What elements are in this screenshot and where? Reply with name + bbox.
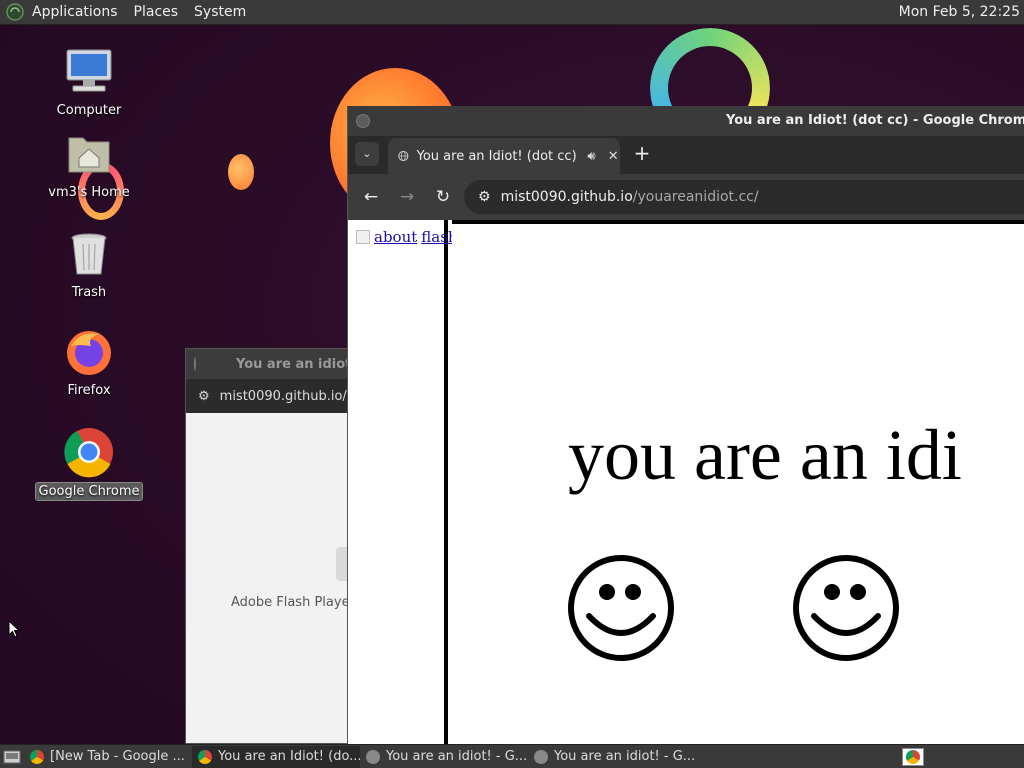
back-window-title: You are an idiot!: [236, 356, 358, 372]
tab-strip: ⌄ You are an Idiot! (dot cc) 🔊︎ ✕ +: [348, 136, 1024, 174]
taskbar-item[interactable]: [New Tab - Google ...: [24, 746, 192, 768]
system-menu[interactable]: System: [186, 0, 254, 25]
reload-button[interactable]: ↻: [430, 184, 456, 210]
chrome-icon: [198, 749, 212, 764]
desktop-icon-label: Trash: [71, 285, 107, 300]
show-desktop-button[interactable]: [0, 745, 24, 768]
computer-icon: [63, 46, 115, 98]
workspace-switcher[interactable]: [902, 748, 924, 766]
firefox-icon: [63, 326, 115, 378]
globe-icon: [534, 749, 548, 764]
desktop-icon-label: vm3's Home: [48, 185, 130, 200]
flash-player-message: Adobe Flash Player: [231, 595, 355, 610]
top-panel: Applications Places System Mon Feb 5, 22…: [0, 0, 1024, 25]
page-headline: you are an idi: [568, 415, 962, 495]
main-chrome-window[interactable]: You are an Idiot! (dot cc) - Google Chro…: [347, 106, 1024, 744]
desktop-icon-label: Firefox: [67, 383, 111, 398]
show-desktop-icon: [3, 750, 21, 763]
trash-icon: [63, 228, 115, 280]
desktop-icon-computer[interactable]: Computer: [34, 46, 144, 119]
address-bar[interactable]: ⚙ mist0090.github.io/youareanidiot.cc/: [464, 180, 1024, 214]
window-close-button[interactable]: [194, 357, 196, 371]
back-window-address-bar[interactable]: ⚙ mist0090.github.io/: [186, 379, 354, 413]
taskbar-item[interactable]: You are an idiot! - G...: [360, 746, 528, 768]
tab-active[interactable]: You are an Idiot! (dot cc) 🔊︎ ✕: [388, 138, 620, 174]
places-menu[interactable]: Places: [126, 0, 187, 25]
site-settings-icon[interactable]: ⚙: [198, 389, 210, 404]
taskbar-item-label: [New Tab - Google ...: [50, 749, 185, 764]
chrome-icon: [63, 426, 115, 478]
tab-title: You are an Idiot! (dot cc): [416, 148, 577, 164]
wallpaper-small-orb: [228, 154, 254, 190]
taskbar-item-active[interactable]: You are an Idiot! (do...: [192, 745, 360, 768]
about-link[interactable]: about: [374, 228, 417, 246]
right-frame: you are an idi: [452, 220, 1024, 744]
back-browser-window[interactable]: You are an idiot! ⚙ mist0090.github.io/ …: [185, 348, 358, 744]
left-frame-links: about flash: [356, 228, 458, 246]
desktop-icon-label: Google Chrome: [34, 482, 144, 501]
left-frame: about flash: [348, 220, 458, 744]
desktop-icon-home[interactable]: vm3's Home: [34, 128, 144, 201]
desktop-icon-label: Computer: [56, 103, 122, 118]
browser-toolbar: ← → ↻ ⚙ mist0090.github.io/youareanidiot…: [348, 174, 1024, 220]
tab-close-button[interactable]: ✕: [606, 149, 620, 164]
desktop-icon-trash[interactable]: Trash: [34, 228, 144, 301]
smiley-face-icon: [793, 555, 899, 661]
forward-button[interactable]: →: [394, 184, 420, 210]
mouse-cursor-icon: [8, 620, 20, 638]
applications-menu[interactable]: Applications: [24, 0, 126, 25]
speaker-icon[interactable]: 🔊︎: [585, 149, 599, 164]
main-window-title: You are an Idiot! (dot cc) - Google Chro…: [726, 113, 1024, 128]
chrome-icon: [30, 749, 44, 764]
desktop-icon-chrome[interactable]: Google Chrome: [34, 426, 144, 501]
chrome-icon: [906, 750, 920, 764]
globe-icon: [366, 749, 380, 764]
broken-image-icon: [356, 230, 370, 244]
window-close-button[interactable]: [356, 114, 370, 128]
web-page-content: about flash you are an idi: [348, 220, 1024, 744]
main-window-titlebar[interactable]: You are an Idiot! (dot cc) - Google Chro…: [348, 106, 1024, 136]
home-folder-icon: [63, 128, 115, 180]
url-host: mist0090.github.io: [500, 189, 633, 205]
bottom-taskbar: [New Tab - Google ... You are an Idiot! …: [0, 744, 1024, 768]
taskbar-item-label: You are an idiot! - G...: [554, 749, 696, 764]
back-window-titlebar[interactable]: You are an idiot!: [186, 349, 358, 379]
url-path: /youareanidiot.cc/: [632, 189, 759, 205]
taskbar-item-label: You are an idiot! - G...: [386, 749, 528, 764]
globe-icon: [398, 150, 409, 162]
taskbar-item[interactable]: You are an idiot! - G...: [528, 746, 696, 768]
new-tab-button[interactable]: +: [630, 142, 654, 166]
site-settings-icon[interactable]: ⚙: [478, 189, 491, 205]
back-button[interactable]: ←: [358, 184, 384, 210]
back-window-url: mist0090.github.io/: [219, 388, 347, 404]
smiley-face-icon: [568, 555, 674, 661]
tab-search-button[interactable]: ⌄: [355, 142, 379, 166]
taskbar-item-label: You are an Idiot! (do...: [218, 749, 360, 764]
desktop-icon-firefox[interactable]: Firefox: [34, 326, 144, 399]
distro-logo-icon[interactable]: [6, 3, 24, 21]
panel-clock[interactable]: Mon Feb 5, 22:25: [899, 0, 1020, 25]
